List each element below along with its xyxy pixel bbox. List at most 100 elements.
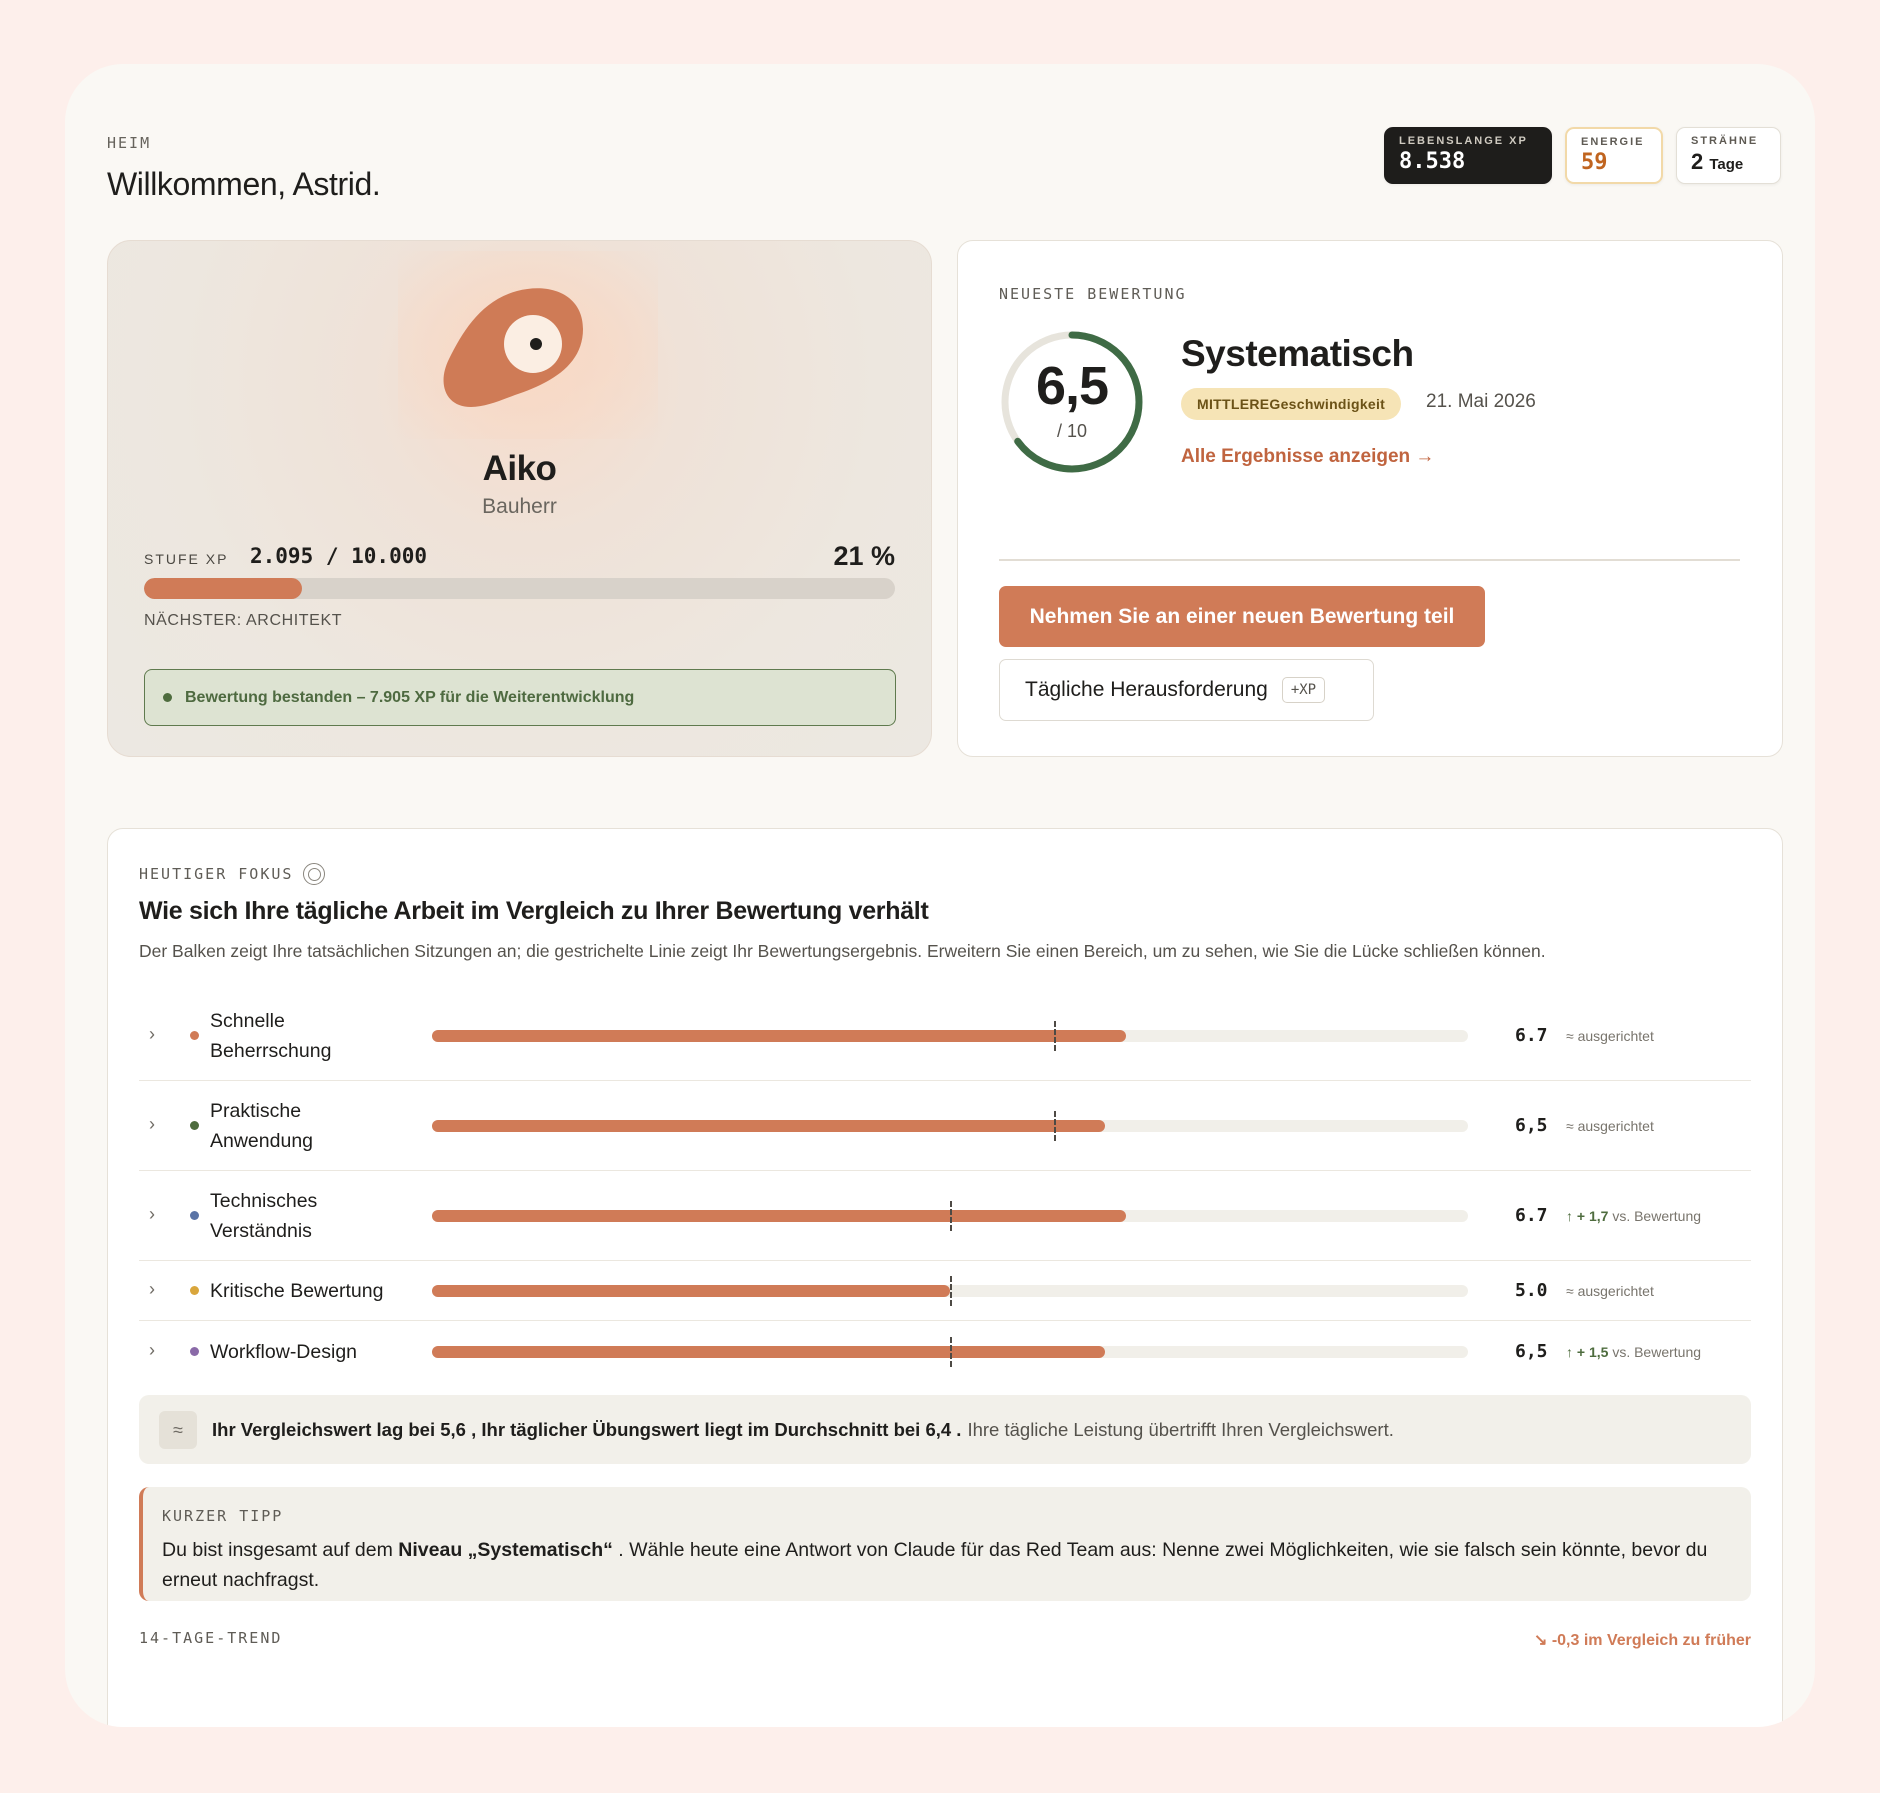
skill-note: ≈ ausgerichtet xyxy=(1566,1283,1654,1299)
category-dot xyxy=(190,1121,199,1130)
passed-banner: Bewertung bestanden – 7.905 XP für die W… xyxy=(144,669,896,726)
info-icon[interactable] xyxy=(303,863,326,885)
skill-note-text: vs. Bewertung xyxy=(1612,1208,1702,1224)
energy-value: 59 xyxy=(1581,150,1608,175)
summary-bold: Ihr Vergleichswert lag bei 5,6 , Ihr täg… xyxy=(212,1418,962,1440)
skill-actual-bar xyxy=(432,1285,950,1297)
skill-score: 6,5 xyxy=(1515,1340,1548,1362)
assessment-marker xyxy=(950,1336,952,1367)
skill-score: 6.7 xyxy=(1515,1025,1548,1046)
lifetime-xp-label: LEBENSLANGE XP xyxy=(1399,135,1528,147)
skill-name: Workflow-Design xyxy=(210,1337,357,1367)
assessment-marker xyxy=(950,1201,952,1231)
skill-name-line1: Kritische Bewertung xyxy=(210,1280,384,1302)
assessment-marker xyxy=(1053,1111,1056,1141)
tip-box: KURZER TIPP Du bist insgesamt auf dem Ni… xyxy=(139,1487,1751,1601)
skill-name-line1: Schnelle xyxy=(210,1010,285,1032)
skill-rows: › Schnelle Beherrschung 6.7 ≈ ausgerichtet › P… xyxy=(139,991,1751,1382)
pet-name: Aiko xyxy=(482,449,557,488)
skill-actual-bar xyxy=(432,1210,1127,1222)
skill-track xyxy=(432,1111,1468,1141)
daily-challenge-button[interactable]: Tägliche Herausforderung +XP xyxy=(999,659,1374,721)
tip-body: Du bist insgesamt auf dem Niveau „System… xyxy=(162,1535,1711,1595)
daily-challenge-label: Tägliche Herausforderung xyxy=(1025,678,1268,701)
skill-track xyxy=(432,1021,1468,1051)
app-frame: HEIM Willkommen, Astrid. LEBENSLANGE XP … xyxy=(65,64,1815,1727)
trend-value: ↘ -0,3 im Vergleich zu früher xyxy=(1533,1632,1751,1649)
category-dot xyxy=(190,1286,199,1295)
chevron-right-icon[interactable]: › xyxy=(149,1279,155,1300)
tip-level: Niveau „Systematisch“ xyxy=(398,1539,613,1561)
streak-stat: STRÄHNE 2 Tage xyxy=(1676,127,1781,184)
next-level: NÄCHSTER: ARCHITEKT xyxy=(144,612,343,629)
chevron-right-icon[interactable]: › xyxy=(149,1114,155,1135)
status-dot xyxy=(163,693,172,702)
skill-note-text: ≈ ausgerichtet xyxy=(1566,1118,1654,1134)
skill-note: ≈ ausgerichtet xyxy=(1566,1028,1654,1044)
new-assessment-button[interactable]: Nehmen Sie an einer neuen Bewertung teil xyxy=(999,586,1485,647)
approx-icon: ≈ xyxy=(159,1410,197,1449)
skill-name-line1: Workflow-Design xyxy=(210,1340,358,1363)
xp-row: STUFE XP 2.095 / 10.000 21 % xyxy=(144,541,895,571)
skill-name: Praktische Anwendung xyxy=(210,1096,313,1156)
chevron-right-icon[interactable]: › xyxy=(149,1024,155,1045)
breadcrumb: HEIM xyxy=(107,134,152,152)
category-dot xyxy=(190,1211,199,1220)
passed-text: Bewertung bestanden – 7.905 XP für die W… xyxy=(185,688,635,706)
stats-bar: LEBENSLANGE XP 8.538 ENERGIE 59 STRÄHNE … xyxy=(1384,127,1781,184)
skill-row[interactable]: › Praktische Anwendung 6,5 ≈ ausgerichtet xyxy=(139,1081,1751,1171)
focus-card: HEUTIGER FOKUS Wie sich Ihre tägliche Ar… xyxy=(107,828,1783,1727)
tip-eyebrow: KURZER TIPP xyxy=(162,1507,284,1525)
speed-badge: MITTLEREGeschwindigkeit xyxy=(1181,388,1402,420)
skill-note: ≈ ausgerichtet xyxy=(1566,1118,1654,1134)
skill-name-line1: Technisches xyxy=(210,1190,318,1212)
summary-box: ≈ Ihr Vergleichswert lag bei 5,6 , Ihr t… xyxy=(139,1395,1751,1464)
assessment-marker xyxy=(1053,1021,1056,1051)
chevron-right-icon[interactable]: › xyxy=(149,1340,155,1361)
lifetime-xp-stat: LEBENSLANGE XP 8.538 xyxy=(1384,127,1552,184)
skill-name: Kritische Bewertung xyxy=(210,1276,383,1306)
skill-row[interactable]: › Workflow-Design 6,5 ↑ + 1,5 vs. Bewertung xyxy=(139,1321,1751,1382)
skill-row[interactable]: › Schnelle Beherrschung 6.7 ≈ ausgerichtet xyxy=(139,991,1751,1081)
skill-name: Technisches Verständnis xyxy=(210,1186,317,1246)
xp-label: STUFE XP xyxy=(144,551,229,567)
assessment-card: NEUESTE BEWERTUNG 6,5 / 10 Systematisch … xyxy=(957,240,1783,757)
skill-score: 6.7 xyxy=(1515,1205,1548,1226)
pet-role: Bauherr xyxy=(482,495,557,518)
focus-title: Wie sich Ihre tägliche Arbeit im Verglei… xyxy=(139,897,929,925)
summary-text: Ihre tägliche Leistung übertrifft Ihren … xyxy=(967,1418,1394,1440)
xp-progress-bar xyxy=(144,578,895,599)
skill-score: 6,5 xyxy=(1515,1115,1548,1136)
skill-delta: ↑ + 1,5 xyxy=(1566,1343,1609,1360)
streak-label: STRÄHNE xyxy=(1691,135,1759,147)
skill-note-text: vs. Bewertung xyxy=(1612,1343,1702,1360)
lifetime-xp-value: 8.538 xyxy=(1399,149,1466,174)
chevron-right-icon[interactable]: › xyxy=(149,1204,155,1225)
skill-name-line2: Anwendung xyxy=(210,1130,314,1152)
divider xyxy=(999,559,1740,561)
skill-name-line1: Praktische xyxy=(210,1100,302,1122)
focus-description: Der Balken zeigt Ihre tatsächlichen Sitz… xyxy=(139,941,1546,961)
score-value: 6,5 xyxy=(1035,356,1109,416)
skill-actual-bar xyxy=(432,1120,1106,1132)
skill-name: Schnelle Beherrschung xyxy=(210,1006,331,1066)
all-results-link[interactable]: Alle Ergebnisse anzeigen → xyxy=(1181,446,1434,468)
skill-note-text: ≈ ausgerichtet xyxy=(1566,1283,1654,1299)
streak-unit: Tage xyxy=(1709,156,1744,173)
score-max: / 10 xyxy=(1056,421,1088,441)
skill-row[interactable]: › Kritische Bewertung 5.0 ≈ ausgerichtet xyxy=(139,1261,1751,1321)
focus-eyebrow-label: HEUTIGER FOKUS xyxy=(139,865,294,883)
profile-card: Aiko Bauherr STUFE XP 2.095 / 10.000 21 … xyxy=(107,240,932,757)
category-dot xyxy=(190,1346,199,1356)
energy-label: ENERGIE xyxy=(1581,136,1645,148)
skill-track xyxy=(432,1276,1468,1306)
focus-eyebrow: HEUTIGER FOKUS xyxy=(139,863,326,885)
skill-actual-bar xyxy=(432,1030,1127,1042)
assessment-eyebrow: NEUESTE BEWERTUNG xyxy=(999,285,1187,303)
trend-label: 14-TAGE-TREND xyxy=(139,1629,283,1647)
tip-prefix: Du bist insgesamt auf dem xyxy=(162,1539,399,1561)
assessment-title: Systematisch xyxy=(1181,333,1414,374)
pet-avatar-icon xyxy=(443,288,583,407)
skill-score: 5.0 xyxy=(1515,1280,1548,1301)
skill-row[interactable]: › Technisches Verständnis 6.7 ↑ + 1,7 vs. Be… xyxy=(139,1171,1751,1261)
